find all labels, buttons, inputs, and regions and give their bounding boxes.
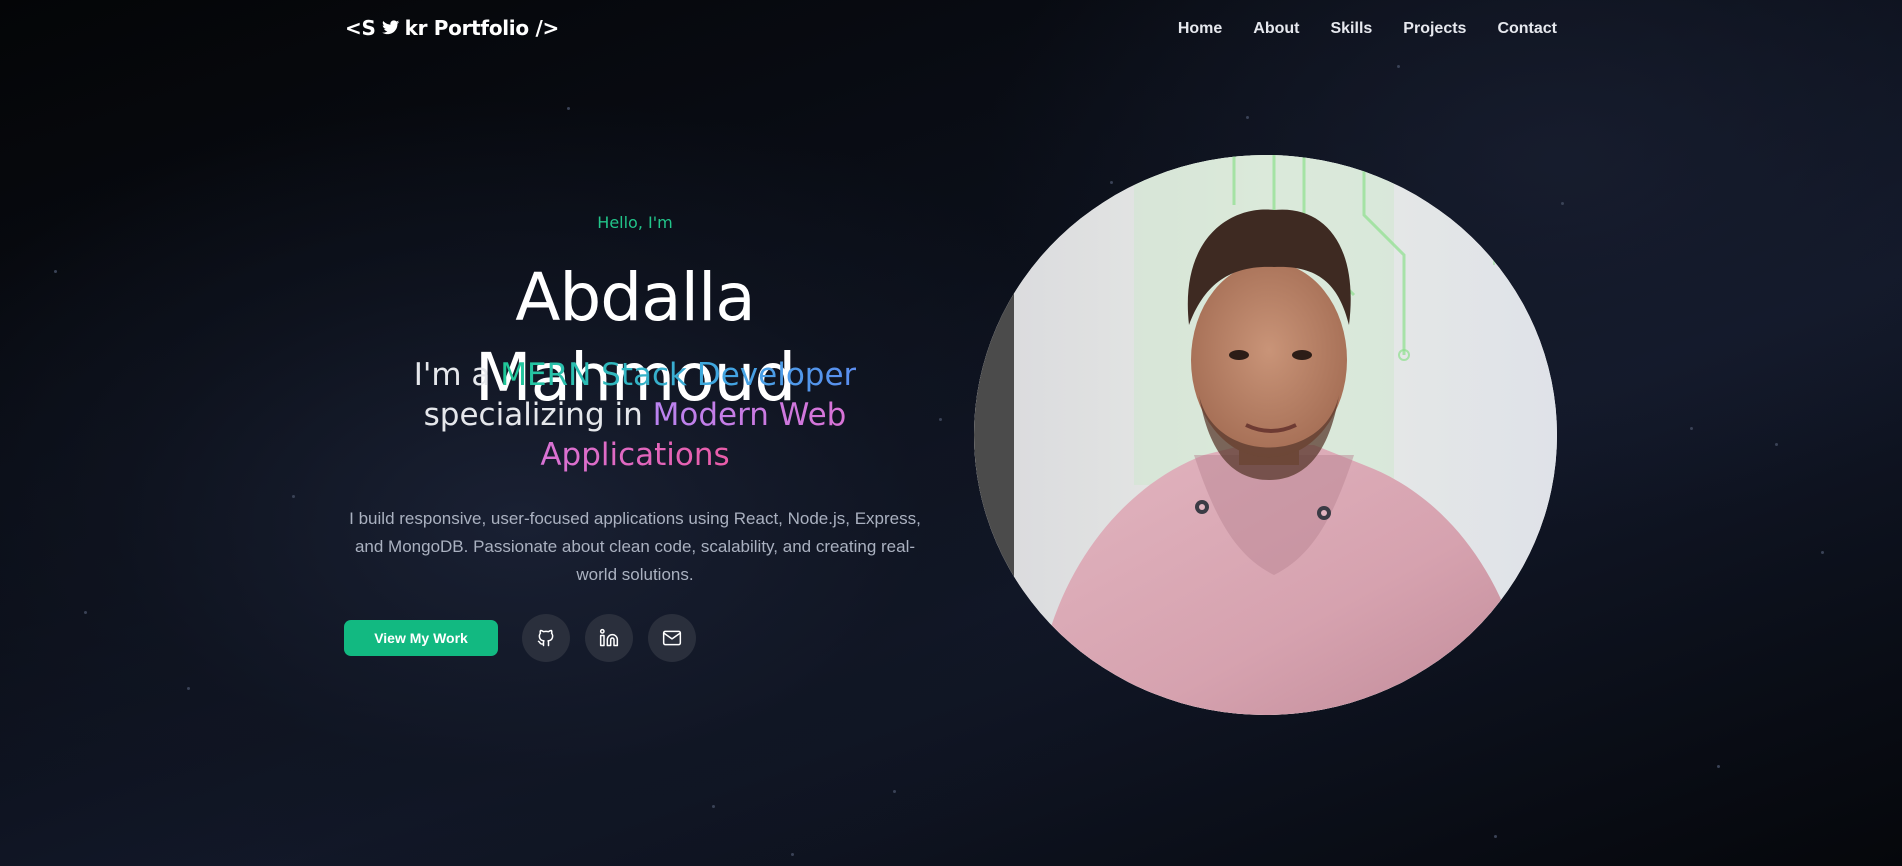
nav-link-projects[interactable]: Projects: [1403, 20, 1466, 38]
email-link[interactable]: [648, 614, 696, 662]
greeting-text: Hello, I'm: [597, 213, 673, 232]
hero-bio: I build responsive, user-focused applica…: [349, 509, 921, 584]
portrait-illustration: [974, 155, 1557, 715]
role-prefix: I'm a: [413, 357, 491, 393]
github-icon: [537, 629, 554, 647]
profile-photo: [974, 155, 1557, 715]
github-link[interactable]: [522, 614, 570, 662]
hero-actions: View My Work: [344, 614, 711, 662]
role-highlight-stack: MERN Stack Developer: [500, 357, 857, 393]
role-middle: specializing in: [423, 397, 643, 433]
linkedin-icon: [599, 628, 619, 647]
logo-prefix: <S: [345, 16, 376, 40]
bird-icon: [381, 20, 399, 35]
linkedin-link[interactable]: [585, 614, 633, 662]
view-my-work-button[interactable]: View My Work: [344, 620, 498, 656]
nav-menu: Home About Skills Projects Contact: [1178, 20, 1557, 38]
top-navbar: <S kr Portfolio /> Home About Skills Pro…: [0, 0, 1902, 60]
site-logo[interactable]: <S kr Portfolio />: [345, 16, 559, 40]
logo-suffix: kr Portfolio />: [404, 16, 560, 40]
nav-link-about[interactable]: About: [1253, 20, 1299, 38]
hero-role: I'm a MERN Stack Developer specializing …: [365, 355, 905, 475]
mail-icon: [662, 630, 682, 646]
nav-link-skills[interactable]: Skills: [1330, 20, 1372, 38]
nav-link-home[interactable]: Home: [1178, 20, 1222, 38]
nav-link-contact[interactable]: Contact: [1497, 20, 1557, 38]
star-background: [0, 0, 1902, 866]
